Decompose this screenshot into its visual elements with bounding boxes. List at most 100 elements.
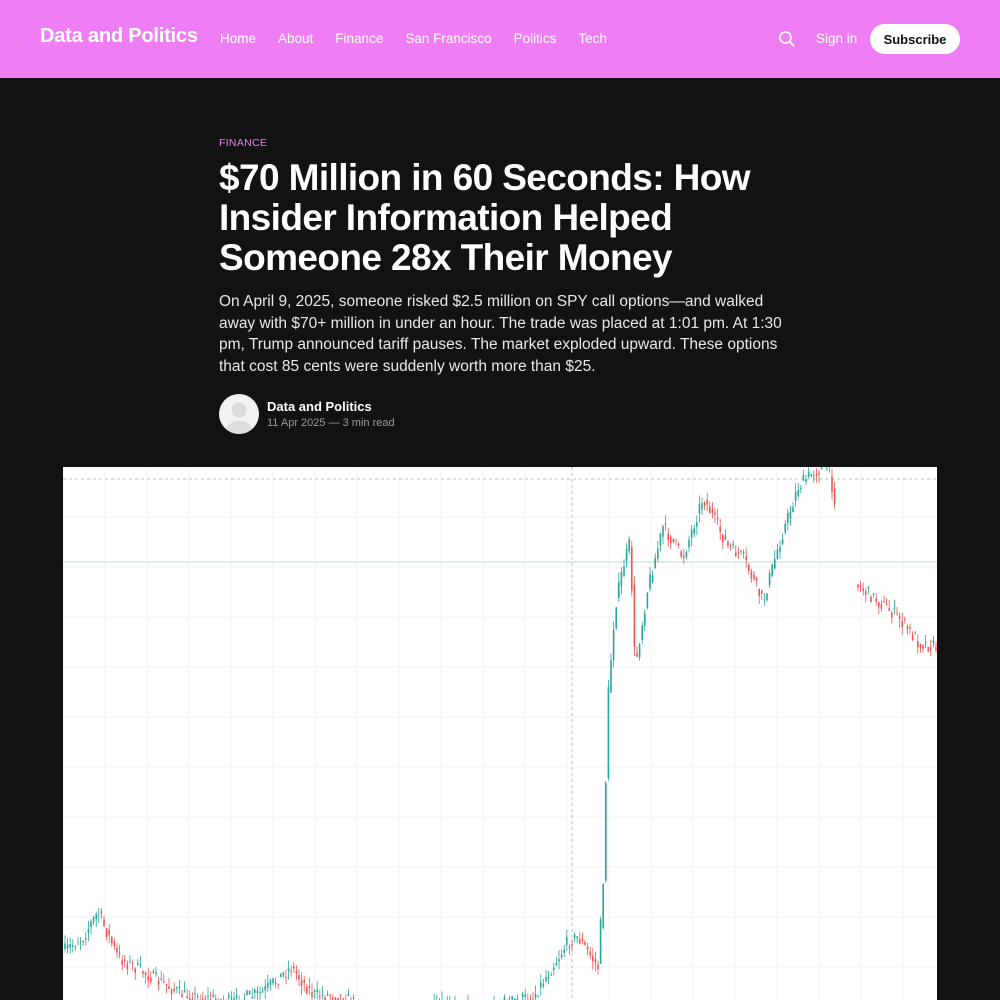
candle-body: [150, 977, 152, 983]
nav-politics[interactable]: Politics: [514, 31, 557, 46]
candle-body: [90, 921, 92, 928]
candle-body: [173, 988, 175, 991]
candle-body: [909, 626, 911, 629]
candle-body: [69, 944, 71, 948]
candle-body: [794, 492, 797, 501]
candle-body: [82, 940, 84, 942]
candle-body: [620, 571, 623, 587]
candle-body: [586, 946, 589, 950]
candle-body: [649, 574, 651, 589]
site-logo[interactable]: Data and Politics: [40, 25, 198, 48]
candle-body: [142, 971, 144, 974]
candle-body: [230, 997, 233, 1000]
candle-body: [878, 602, 880, 607]
candle-body: [72, 945, 74, 947]
candle-body: [628, 539, 630, 552]
nav-home[interactable]: Home: [220, 31, 256, 46]
candle-body: [659, 533, 662, 546]
candle-body: [761, 590, 763, 594]
candle-body: [313, 990, 316, 992]
author-avatar[interactable]: [219, 394, 259, 434]
candle-body: [753, 574, 755, 580]
candle-body: [672, 538, 675, 543]
candle-body: [537, 995, 539, 997]
candle-body: [196, 995, 199, 997]
candle-body: [298, 975, 300, 980]
subscribe-button[interactable]: Subscribe: [870, 24, 960, 54]
candle-body: [818, 473, 820, 475]
candle-body: [651, 575, 654, 583]
candle-body: [108, 930, 110, 936]
candle-body: [893, 607, 896, 609]
candle-body: [716, 517, 719, 520]
candle-body: [729, 546, 732, 548]
candle-body: [285, 976, 287, 978]
candle-body: [277, 984, 279, 986]
nav-san-francisco[interactable]: San Francisco: [405, 31, 491, 46]
author-name[interactable]: Data and Politics: [267, 399, 372, 414]
candle-body: [103, 919, 105, 926]
candle-body: [826, 468, 828, 470]
nav-tech[interactable]: Tech: [578, 31, 607, 46]
candle-body: [563, 949, 565, 953]
candle-body: [542, 983, 545, 987]
candle-body: [280, 973, 282, 978]
candle-body: [623, 566, 625, 577]
candle-body: [932, 640, 935, 643]
candle-body: [259, 991, 261, 994]
candle-body: [165, 983, 168, 986]
candle-body: [134, 968, 136, 973]
candle-body: [787, 512, 789, 523]
candle-body: [163, 981, 165, 983]
candle-body: [872, 593, 875, 595]
candle-body: [615, 607, 617, 629]
candle-body: [105, 928, 108, 938]
candle-body: [290, 971, 292, 973]
candle-body: [633, 584, 636, 648]
candle-body: [737, 551, 740, 554]
candle-body: [602, 884, 604, 928]
article-title: $70 Million in 60 Seconds: How Insider I…: [219, 157, 751, 278]
candle-body: [264, 986, 266, 991]
candle-body: [540, 982, 542, 988]
article-tag[interactable]: FINANCE: [219, 137, 267, 149]
candle-body: [311, 992, 313, 998]
candle-body: [896, 612, 898, 614]
nav-finance[interactable]: Finance: [335, 31, 383, 46]
candle-body: [911, 634, 914, 641]
candle-body: [560, 954, 563, 958]
candle-body: [558, 959, 560, 962]
user-avatar-icon: [225, 402, 253, 434]
candle-body: [654, 557, 656, 569]
candle-body: [706, 499, 708, 505]
candle-body: [675, 539, 677, 541]
candle-body: [181, 994, 183, 998]
candle-body: [339, 994, 342, 996]
candle-body: [797, 490, 799, 496]
candle-body: [898, 616, 901, 620]
search-icon[interactable]: [778, 30, 796, 48]
candle-body: [329, 995, 331, 997]
candle-body: [98, 914, 100, 916]
candle-body: [867, 586, 870, 589]
candle-body: [888, 608, 890, 611]
candle-body: [160, 978, 162, 980]
candle-body: [664, 523, 667, 525]
signin-link[interactable]: Sign in: [816, 31, 857, 46]
candle-body: [906, 625, 909, 630]
candle-body: [870, 596, 872, 603]
candle-body: [638, 644, 641, 658]
candle-body: [688, 539, 690, 548]
candle-body: [662, 526, 664, 537]
candle-body: [703, 502, 706, 506]
candle-body: [66, 944, 69, 949]
candle-body: [144, 972, 147, 975]
candle-body: [800, 487, 802, 489]
candle-body: [547, 976, 550, 979]
candle-body: [579, 939, 581, 944]
candle-body: [610, 660, 612, 693]
nav-about[interactable]: About: [278, 31, 313, 46]
candle-body: [553, 967, 555, 971]
candle-body: [722, 534, 724, 543]
candle-body: [589, 951, 591, 956]
